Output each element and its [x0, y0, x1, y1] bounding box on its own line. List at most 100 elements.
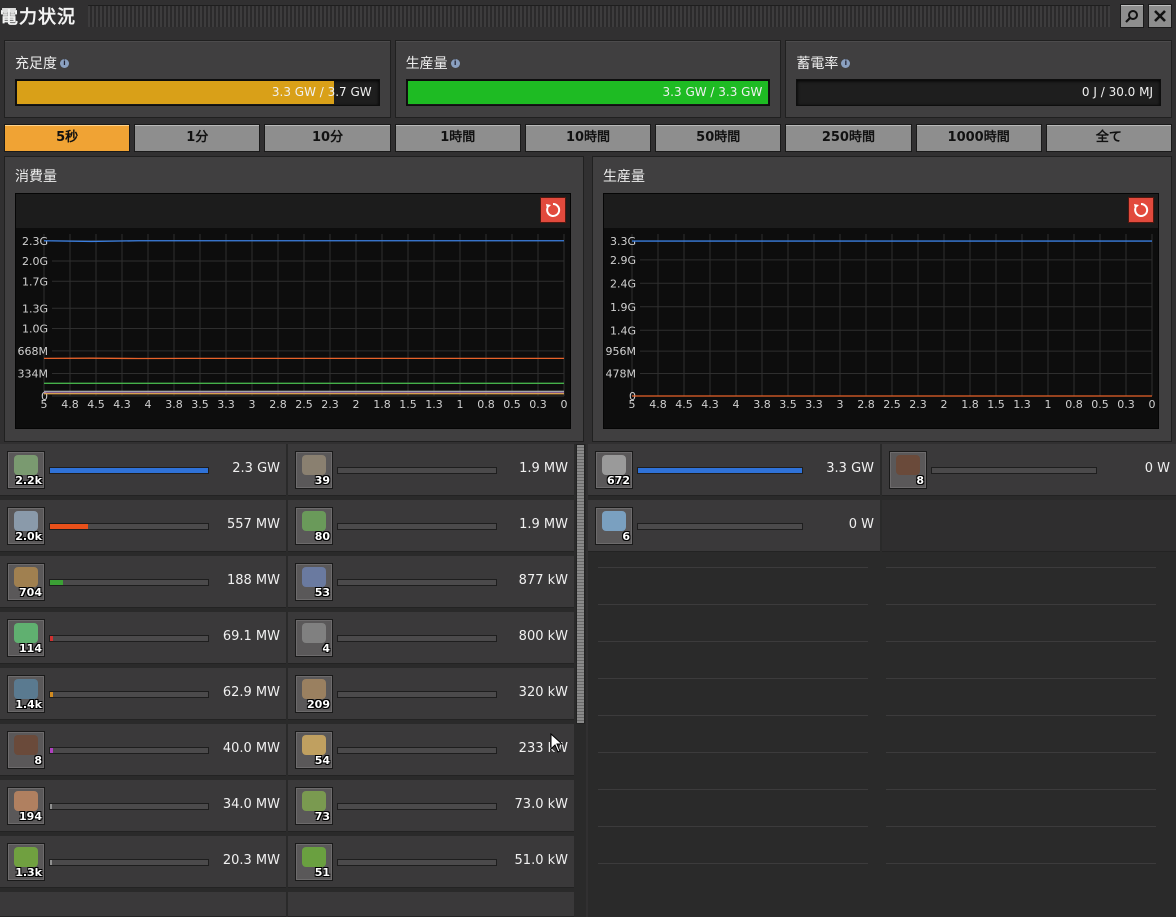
x-tick-label: 4: [145, 398, 152, 408]
entity-count: 53: [314, 586, 330, 599]
list-item[interactable]: 54 233 kW: [288, 724, 574, 776]
info-icon[interactable]: i: [841, 58, 851, 68]
medkit-icon: 73: [295, 787, 333, 825]
x-tick-label: 3.5: [191, 398, 209, 408]
tab-0[interactable]: 5秒: [4, 124, 131, 152]
power-value: 3.3 GW: [826, 461, 874, 476]
list-item[interactable]: 73 73.0 kW: [288, 780, 574, 832]
power-value: 320 kW: [518, 685, 568, 700]
tab-2[interactable]: 10分: [264, 124, 391, 152]
usage-bar: [337, 747, 497, 754]
list-item[interactable]: 4 800 kW: [288, 612, 574, 664]
list-item[interactable]: 53 877 kW: [288, 556, 574, 608]
divider: [886, 826, 1156, 827]
list-item[interactable]: 672 3.3 GW: [588, 444, 880, 496]
entity-count: 39: [314, 474, 330, 487]
power-value: 557 MW: [226, 517, 280, 532]
usage-bar: [337, 579, 497, 586]
list-item[interactable]: 1.4k 62.9 MW: [0, 668, 286, 720]
list-item[interactable]: 39 1.9 MW: [288, 444, 574, 496]
satisfaction-panel: 充足度 i 3.3 GW / 3.7 GW: [4, 40, 391, 118]
title-bar[interactable]: 電力状況: [0, 0, 1176, 32]
y-tick-label: 1.9G: [610, 301, 636, 314]
beacon-icon: 54: [295, 731, 333, 769]
electric-network-window: 電力状況 充足度 i 3.3 GW / 3.7 GW 生産量 i 3.3 GW / …: [0, 0, 1176, 917]
generator-icon: 8: [889, 451, 927, 489]
production-label: 生産量: [405, 56, 448, 72]
power-value: 877 kW: [518, 573, 568, 588]
divider: [886, 789, 1156, 790]
tab-6[interactable]: 250時間: [785, 124, 912, 152]
list-item[interactable]: 704 188 MW: [0, 556, 286, 608]
list-item[interactable]: 6 0 W: [588, 500, 880, 552]
entity-count: 114: [19, 642, 42, 655]
consumption-panel: 消費量 5 4.8 4.5 4.3 4 3.8 3.5 3.3 3 2.8 2.5 2.3 2 1.8 1.…: [4, 156, 584, 442]
radar-icon: 39: [295, 451, 333, 489]
consumer-scrollbar[interactable]: [576, 444, 585, 724]
x-tick-label: 1.3: [425, 398, 443, 408]
tab-4[interactable]: 10時間: [524, 124, 652, 152]
entity-count: 80: [314, 530, 330, 543]
lab-icon: 1.4k: [7, 675, 45, 713]
y-tick-label: 2.9G: [610, 254, 636, 267]
usage-fill: [50, 748, 54, 753]
power-value: 0 W: [1144, 461, 1170, 476]
list-item[interactable]: 80 1.9 MW: [288, 500, 574, 552]
accumulator-label: 蓄電率: [796, 56, 839, 72]
info-icon[interactable]: i: [60, 58, 69, 68]
power-value: 34.0 MW: [222, 797, 280, 812]
x-tick-label: 2.5: [295, 398, 313, 408]
entity-count: 672: [607, 474, 630, 487]
consumption-graph: 5 4.8 4.5 4.3 4 3.8 3.5 3.3 3 2.8 2.5 2.3 2 1.8 1.5 1.3…: [15, 193, 571, 429]
divider: [598, 715, 868, 716]
entity-count: 73: [314, 810, 330, 823]
production-value: 3.3 GW / 3.3 GW: [662, 85, 763, 99]
list-item[interactable]: 2.0k 557 MW: [0, 500, 286, 552]
usage-bar: [337, 635, 497, 642]
consumer-list[interactable]: 2.2k 2.3 GW 2.0k 557 MW 704 188 MW 114 69.1 MW 1…: [0, 444, 586, 917]
reset-icon: [546, 202, 561, 217]
search-button[interactable]: [1120, 4, 1144, 28]
list-item[interactable]: 51 51.0 kW: [288, 836, 574, 888]
list-item[interactable]: [288, 892, 574, 917]
x-tick-label: 0.8: [1065, 398, 1083, 408]
x-tick-label: 2.5: [883, 398, 901, 408]
list-item[interactable]: 114 69.1 MW: [0, 612, 286, 664]
tab-8[interactable]: 全て: [1045, 124, 1172, 152]
reset-zoom-button[interactable]: [1128, 197, 1154, 223]
list-item[interactable]: 194 34.0 MW: [0, 780, 286, 832]
usage-bar: [49, 859, 209, 866]
x-tick-label: 3.3: [805, 398, 823, 408]
production-graph: 5 4.8 4.5 4.3 4 3.8 3.5 3.3 3 2.8 2.5 2.3 2 1.8 1.5 1.3…: [603, 193, 1159, 429]
tab-1[interactable]: 1分: [134, 124, 261, 152]
list-item[interactable]: 8 40.0 MW: [0, 724, 286, 776]
production-chart[interactable]: 5 4.8 4.5 4.3 4 3.8 3.5 3.3 3 2.8 2.5 2.3 2 1.8 1.5 1.3…: [604, 228, 1160, 408]
consumption-chart[interactable]: 5 4.8 4.5 4.3 4 3.8 3.5 3.3 3 2.8 2.5 2.3 2 1.8 1.5 1.3…: [16, 228, 572, 408]
entity-count: 6: [622, 530, 630, 543]
close-button[interactable]: [1148, 4, 1172, 28]
list-item[interactable]: 2.2k 2.3 GW: [0, 444, 286, 496]
satisfaction-value: 3.3 GW / 3.7 GW: [271, 85, 372, 99]
drag-handle[interactable]: [88, 5, 1110, 27]
tab-7[interactable]: 1000時間: [915, 124, 1042, 152]
producer-list[interactable]: 672 3.3 GW 6 0 W 8 0 W: [588, 444, 1176, 917]
list-item[interactable]: [0, 892, 286, 917]
list-item[interactable]: 209 320 kW: [288, 668, 574, 720]
close-icon: [1154, 10, 1166, 22]
reset-zoom-button[interactable]: [540, 197, 566, 223]
x-tick-label: 4.3: [113, 398, 131, 408]
x-tick-label: 4.5: [675, 398, 693, 408]
usage-bar: [337, 803, 497, 810]
tab-3[interactable]: 1時間: [394, 124, 521, 152]
x-tick-label: 0.8: [477, 398, 495, 408]
usage-fill: [50, 636, 54, 641]
list-item[interactable]: 1.3k 20.3 MW: [0, 836, 286, 888]
list-item[interactable]: 8 0 W: [882, 444, 1176, 496]
x-tick-label: 1: [457, 398, 464, 408]
entity-count: 1.4k: [15, 698, 42, 711]
info-icon[interactable]: i: [450, 58, 460, 68]
tab-5[interactable]: 50時間: [655, 124, 782, 152]
x-tick-label: 1: [1045, 398, 1052, 408]
x-tick-label: 1.8: [373, 398, 391, 408]
usage-fill: [50, 804, 53, 809]
